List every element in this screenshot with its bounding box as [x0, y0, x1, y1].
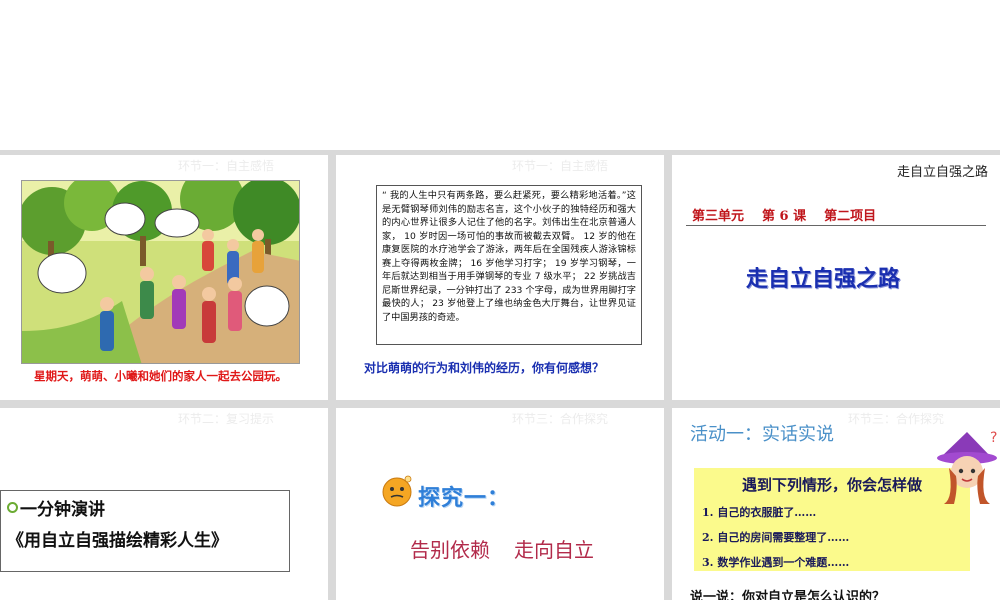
project-label: 第二项目 — [824, 209, 877, 224]
quote-text-box: “ 我的人生中只有两条路，要么赶紧死，要么精彩地活着。”这是无臂钢琴师刘伟的励志… — [376, 185, 642, 345]
svg-text:?: ? — [990, 430, 997, 446]
cartoon-girl-icon: ? — [934, 428, 1000, 506]
subtitle-part-2: 走向自立 — [514, 538, 594, 562]
unit-lesson-label: 第三单元 第 6 课 第二项目 — [692, 205, 894, 224]
thinking-face-icon — [380, 474, 414, 508]
speech-box: 一分钟演讲 《用自立自强描绘精彩人生》 — [0, 490, 290, 572]
activity-title: 活动一：实话实说 — [690, 424, 834, 445]
slide-6-activity[interactable]: 环节三：合作探究 活动一：实话实说 遇到下列情形，你会怎样做 1. 自己的衣服脏… — [672, 408, 1000, 600]
speech-heading: 一分钟演讲 — [20, 500, 105, 520]
reflection-question: 对比萌萌的行为和刘伟的经历，你有何感想？ — [364, 361, 605, 375]
slide-3-title[interactable]: 走自立自强之路 第三单元 第 6 课 第二项目 走自立自强之路 — [672, 155, 1000, 400]
explore-title: 探究一： — [418, 486, 511, 511]
slide-watermark: 环节一：自主感悟 — [512, 159, 609, 173]
slide-title: 走自立自强之路 — [746, 267, 901, 292]
bullet-icon — [7, 502, 18, 513]
discussion-prompt: 说一说：你对自立是怎么认识的？ — [690, 590, 886, 600]
park-illustration — [21, 180, 300, 364]
subtitle-part-1: 告别依赖 — [410, 538, 490, 562]
slide-watermark: 环节三：合作探究 — [512, 412, 609, 426]
slide-4-speech[interactable]: 环节二：复习提示 一分钟演讲 《用自立自强描绘精彩人生》 — [0, 408, 328, 600]
situation-item: 2. 自己的房间需要整理了…… — [702, 531, 850, 544]
situation-item: 3. 数学作业遇到一个难题…… — [702, 556, 850, 569]
situation-heading: 遇到下列情形，你会怎样做 — [741, 476, 922, 494]
story-caption: 星期天，萌萌、小曦和她们的家人一起去公园玩。 — [34, 369, 287, 383]
situation-item: 1. 自己的衣服脏了…… — [702, 506, 817, 519]
slide-watermark: 环节二：复习提示 — [178, 412, 275, 426]
slide-5-explore[interactable]: 环节三：合作探究 探究一： 告别依赖 走向自立 — [336, 408, 664, 600]
unit-label: 第三单元 — [692, 209, 745, 224]
course-label: 走自立自强之路 — [896, 165, 988, 180]
situation-box: 遇到下列情形，你会怎样做 1. 自己的衣服脏了…… 2. 自己的房间需要整理了…… — [694, 468, 970, 571]
explore-subtitle: 告别依赖 走向自立 — [410, 534, 594, 563]
slide-2-liu-wei-story[interactable]: 环节一：自主感悟 “ 我的人生中只有两条路，要么赶紧死，要么精彩地活着。”这是无… — [336, 155, 664, 400]
slide-watermark: 环节三：合作探究 — [848, 412, 945, 426]
divider-line — [686, 225, 986, 226]
speech-title: 《用自立自强描绘精彩人生》 — [7, 531, 228, 551]
speech-heading-row: 一分钟演讲 — [7, 495, 283, 520]
lesson-label: 第 6 课 — [762, 209, 807, 224]
slide-1-park-scene[interactable]: 环节一：自主感悟 星期天，萌萌、小曦和她们的家人一起去公园玩。 — [0, 155, 328, 400]
slide-watermark: 环节一：自主感悟 — [178, 159, 275, 173]
